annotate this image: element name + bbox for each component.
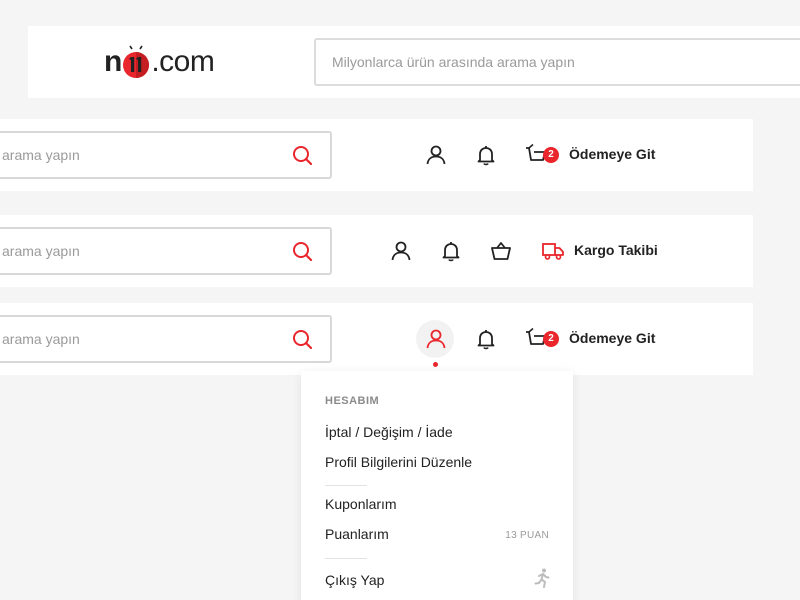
logo-suffix: .com [151,45,215,78]
cart-badge: 2 [543,331,559,347]
menu-item-edit-profile[interactable]: Profil Bilgilerini Düzenle [325,454,472,470]
main-search-box[interactable] [314,38,800,86]
search-icon[interactable] [292,241,314,263]
menu-item-logout[interactable]: Çıkış Yap [325,572,384,588]
search-input[interactable] [0,229,292,273]
logo-prefix: n [104,45,122,78]
search-input[interactable] [0,133,292,177]
search-icon[interactable] [292,329,314,351]
ladybug-logo-icon [122,45,150,79]
user-icon[interactable] [389,239,413,263]
search-input[interactable] [0,317,292,361]
cargo-tracking-link[interactable]: Kargo Takibi [574,242,658,258]
nav-bar-variant-1: 2 Ödemeye Git [0,119,753,191]
cart-badge: 2 [543,147,559,163]
basket-icon[interactable] [489,239,513,263]
menu-item-points[interactable]: Puanlarım [325,526,389,542]
points-count: 13 PUAN [505,530,549,541]
nav-bar-variant-2: Kargo Takibi [0,215,753,287]
search-box[interactable] [0,131,332,179]
checkout-link[interactable]: Ödemeye Git [569,146,655,162]
main-search-input[interactable] [316,40,800,84]
account-dropdown: HESABIM İptal / Değişim / İade Profil Bi… [301,371,573,600]
bell-icon[interactable] [474,143,498,167]
user-icon[interactable] [424,143,448,167]
n11-logo[interactable]: n .com [104,40,215,84]
search-icon[interactable] [292,145,314,167]
menu-item-coupons[interactable]: Kuponlarım [325,496,397,512]
user-icon[interactable] [424,327,448,351]
truck-icon[interactable] [541,239,565,263]
running-person-icon [534,568,550,588]
dropdown-heading: HESABIM [325,395,380,407]
checkout-link[interactable]: Ödemeye Git [569,330,655,346]
menu-divider [325,485,367,486]
search-box[interactable] [0,315,332,363]
search-box[interactable] [0,227,332,275]
bell-icon[interactable] [474,327,498,351]
header: n .com [28,26,800,98]
active-indicator-dot [433,362,438,367]
bell-icon[interactable] [439,239,463,263]
menu-divider [325,558,367,559]
menu-item-cancel-exchange-return[interactable]: İptal / Değişim / İade [325,424,453,440]
nav-bar-variant-3: 2 Ödemeye Git [0,303,753,375]
